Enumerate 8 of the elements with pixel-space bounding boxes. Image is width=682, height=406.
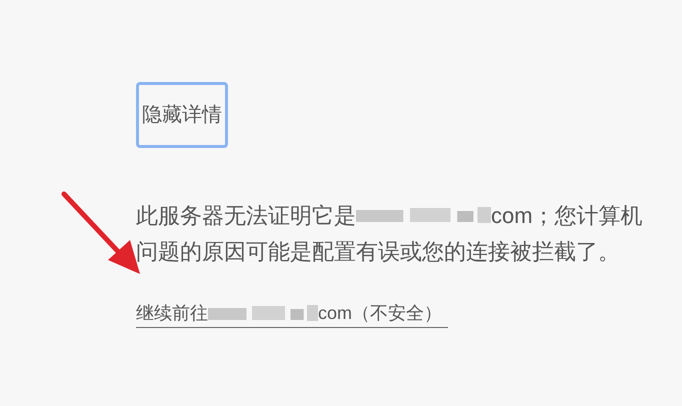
blurred-text-icon [208, 304, 318, 324]
continue-link[interactable]: 继续前往 [136, 300, 208, 327]
hide-details-button[interactable]: 隐藏详情 [136, 82, 228, 148]
message-text: 问题的原因可能是配置有误或您的连接被拦截了。 [136, 238, 621, 266]
message-text: com；您计算机 [491, 202, 643, 230]
message-text: 此服务器无法证明它是 [136, 202, 356, 230]
continue-link[interactable]: com（不安全） [318, 300, 442, 327]
blurred-text-icon [356, 206, 491, 226]
